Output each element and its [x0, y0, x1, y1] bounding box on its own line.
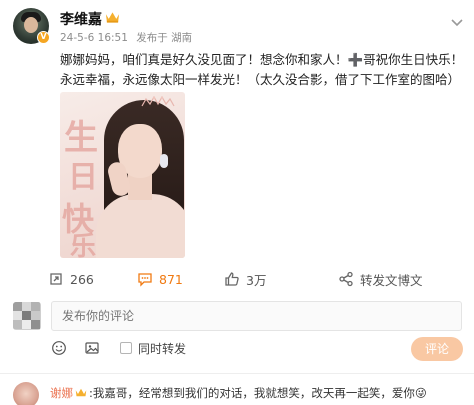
repost-icon [50, 273, 62, 285]
avatar-face [24, 17, 38, 33]
crown-icon [105, 12, 120, 23]
chevron-down-icon[interactable] [450, 18, 464, 28]
post-source: 发布于 湖南 [136, 32, 193, 44]
comment-count: 871 [159, 271, 183, 287]
comment-icon [138, 273, 152, 287]
post-image[interactable]: 生 日 快 乐 [60, 92, 185, 258]
repost-button[interactable]: 266 [48, 268, 94, 290]
comment-input[interactable] [51, 301, 462, 331]
weibo-post: V 李维嘉 24-5-6 16:51 发布于 湖南 娜娜妈妈，咱们真是好久没见面… [0, 0, 474, 405]
post-date: 24-5-6 16:51 [60, 32, 128, 44]
post-content: 娜娜妈妈，咱们真是好久没见面了！想念你和家人！➕哥祝你生日快乐！永远幸福，永远像… [60, 52, 464, 87]
crown-icon [75, 388, 87, 397]
author-name[interactable]: 李维嘉 [60, 9, 102, 29]
repost-more-label: 转发文博文 [360, 272, 423, 288]
divider [0, 373, 474, 374]
like-button[interactable]: 3万 [224, 268, 266, 290]
verified-badge-icon: V [37, 31, 50, 44]
commenter-avatar[interactable] [13, 382, 39, 405]
commenter-name[interactable]: 谢娜 [50, 386, 73, 400]
like-count: 3万 [246, 272, 267, 288]
image-char: 乐 [70, 232, 97, 258]
post-meta: 24-5-6 16:51 发布于 湖南 [60, 30, 197, 45]
comment-button[interactable]: 871 [137, 268, 183, 290]
image-icon[interactable] [84, 340, 100, 356]
repost-more-button[interactable]: 转发文博文 [338, 268, 423, 290]
submit-comment-button[interactable]: 评论 [411, 337, 463, 361]
image-char: 日 [68, 160, 98, 195]
action-bar: 266 871 3万 转发文博文 [0, 268, 474, 290]
portrait-shoulder [96, 194, 185, 258]
user-avatar [13, 302, 41, 330]
comment-item: 谢娜 :我嘉哥，经常想到我们的对话，我就想笑，改天再一起笑，爱你😜 [50, 385, 427, 401]
emoji-icon[interactable] [51, 340, 67, 356]
share-icon [339, 271, 353, 287]
repost-count: 266 [70, 271, 94, 287]
thumbs-up-icon [225, 272, 239, 286]
tiara-icon [141, 96, 175, 107]
portrait-earring [160, 154, 168, 168]
repost-checkbox-label: 同时转发 [138, 342, 187, 356]
comment-text: :我嘉哥，经常想到我们的对话，我就想笑，改天再一起笑，爱你😜 [89, 386, 427, 400]
repost-checkbox[interactable] [120, 342, 132, 354]
